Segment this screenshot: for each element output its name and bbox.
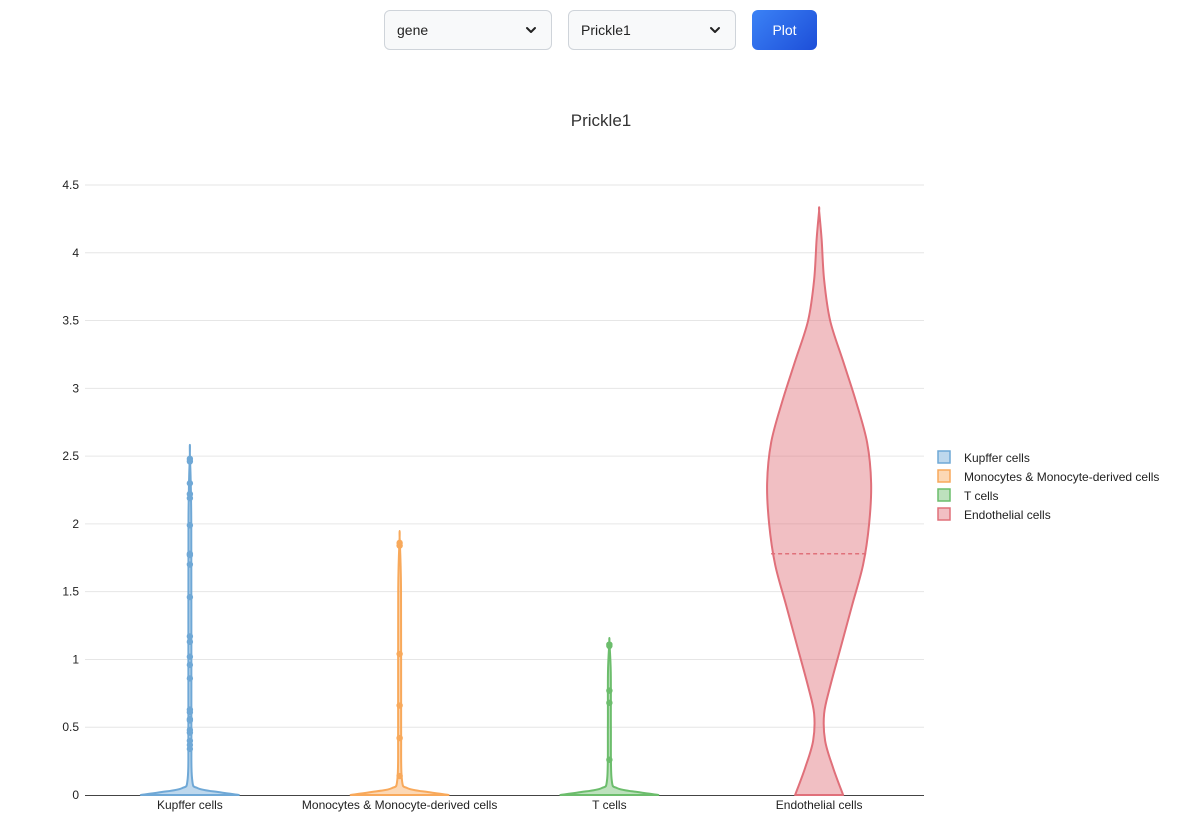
violin-t-cells [559, 636, 660, 796]
x-tick-label: Endothelial cells [776, 798, 863, 812]
data-point [186, 593, 194, 601]
data-point [186, 661, 194, 669]
violin-body [559, 636, 660, 796]
violin-body [766, 206, 873, 796]
data-point [186, 551, 194, 559]
chart-title: Prickle1 [571, 111, 631, 130]
data-point [606, 699, 613, 707]
data-point [606, 642, 613, 650]
data-point [186, 729, 194, 736]
data-point [186, 522, 194, 529]
y-tick-label: 1 [72, 652, 79, 666]
legend-label: Kupffer cells [964, 451, 1030, 465]
data-point [186, 480, 194, 487]
legend-item: Kupffer cells [937, 450, 1030, 465]
legend-label: Endothelial cells [964, 508, 1051, 522]
violin-chart: Prickle1 0 0.5 1 1.5 2 2.5 3 3.5 4 4.5 Kupffer cell… [62, 111, 1159, 812]
data-point [396, 734, 403, 742]
y-tick-label: 3 [72, 381, 79, 395]
y-tick-label: 1.5 [62, 585, 79, 599]
y-tick-label: 2.5 [62, 449, 79, 463]
y-tick-label: 4.5 [62, 178, 79, 192]
y-tick-label: 4 [72, 246, 79, 260]
data-point [186, 675, 194, 682]
legend-swatch [937, 450, 951, 464]
y-tick-label: 0 [72, 788, 79, 802]
data-point [396, 702, 403, 709]
data-point [186, 709, 194, 716]
x-tick-label: T cells [592, 798, 626, 812]
legend-label: T cells [964, 489, 998, 503]
violin-kupffer-cells [139, 443, 240, 796]
data-point [186, 561, 194, 568]
data-point [186, 458, 194, 465]
violin-body [349, 530, 450, 796]
data-point [186, 653, 194, 660]
y-tick-label: 0.5 [62, 720, 79, 734]
data-point [396, 772, 403, 780]
legend-swatch [937, 507, 951, 521]
legend-label: Monocytes & Monocyte-derived cells [964, 470, 1159, 484]
violin-endothelial-cells [766, 206, 873, 796]
data-point [186, 745, 194, 753]
data-point [186, 638, 194, 646]
data-point [186, 717, 194, 724]
legend-swatch [937, 488, 951, 502]
x-tick-label: Kupffer cells [157, 798, 223, 812]
violin-monocytes-monocyte-derived-cells [349, 530, 450, 796]
legend-item: Endothelial cells [937, 507, 1051, 522]
legend-item: T cells [937, 488, 998, 503]
data-point [396, 650, 403, 658]
y-tick-label: 2 [72, 517, 79, 531]
legend-swatch [937, 469, 951, 483]
data-point [606, 756, 613, 763]
data-point [186, 494, 194, 502]
data-point [396, 542, 403, 549]
y-tick-label: 3.5 [62, 314, 79, 328]
legend-item: Monocytes & Monocyte-derived cells [937, 469, 1159, 484]
x-tick-label: Monocytes & Monocyte-derived cells [302, 798, 497, 812]
data-point [606, 687, 613, 694]
